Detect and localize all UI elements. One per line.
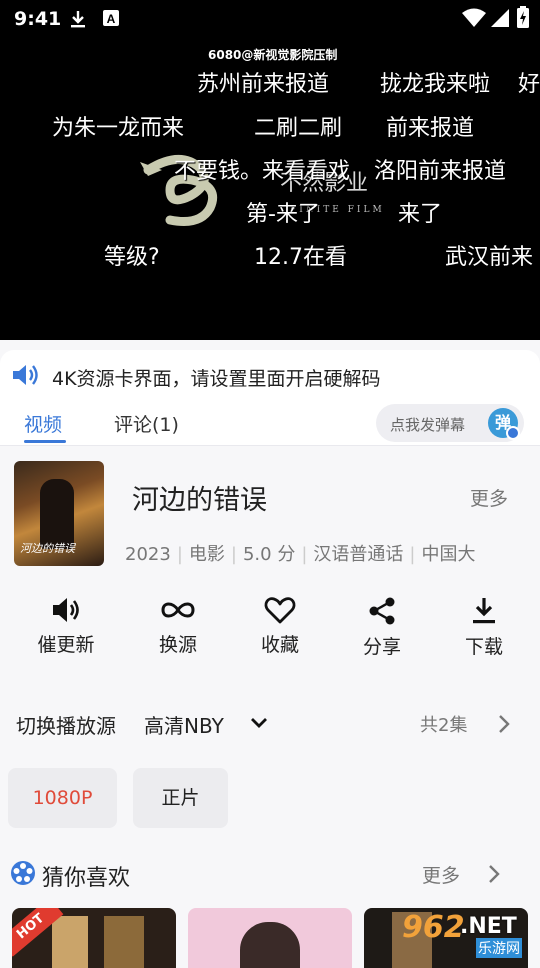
download-icon [473,598,495,624]
speaker-icon [53,598,79,622]
battery-charging-icon [517,6,529,28]
danmaku-placeholder: 点我发弹幕 [390,416,466,434]
poster-figure [40,479,74,549]
wifi-icon [462,8,486,27]
status-time: 9:41 [14,8,62,30]
danmaku-comment: 来了 [398,202,443,227]
episode-chip[interactable]: 正片 [133,768,228,828]
episodes-count-link[interactable]: 共2集 [418,704,528,744]
speaker-icon [13,365,38,385]
movie-info: 河边的错误 河边的错误 更多 2023 | 电影 | 5.0 分 | 汉语普通话 | 中国大 催… [0,446,540,968]
episodes-count: 共2集 [420,715,468,736]
movie-title: 河边的错误 [132,485,267,516]
download-icon [71,11,85,28]
chevron-down-icon [251,718,267,728]
svg-text:A: A [107,12,116,26]
source-current: 高清NBY [144,714,224,738]
danmaku-comment: 不要钱。来看看戏 [174,159,351,184]
tab-video[interactable]: 视频 [24,410,62,437]
thumb-art [52,916,88,968]
status-bar: 9:41 A [0,0,540,38]
action-label: 下载 [464,636,503,658]
watermark: 6080@新视觉影院压制 [208,48,338,62]
tab-comments[interactable]: 评论(1) [114,410,179,437]
thumb-person [240,922,300,968]
share-icon [369,597,395,625]
site-badge-name: 乐游网 [476,938,522,958]
action-label: 催更新 [37,634,95,656]
favorite-button[interactable]: 收藏 [235,596,325,657]
recommend-card[interactable]: HOT [12,908,176,968]
tab-underline [24,440,66,443]
source-dropdown[interactable]: 高清NBY [142,704,274,744]
switch-source-button[interactable]: 换源 [133,596,223,657]
notice-bar[interactable]: 4K资源卡界面，请设置里面开启硬解码 [0,350,540,400]
meta-language: 汉语普通话 [313,544,404,565]
danmaku-input[interactable]: 点我发弹幕 弹 [376,404,524,442]
notice-text: 4K资源卡界面，请设置里面开启硬解码 [52,368,381,390]
meta-year: 2023 [125,544,171,565]
danmaku-comment: 武汉前来 [445,245,534,270]
recommend-more-link[interactable]: 更多 [422,856,532,892]
danmaku-send-button[interactable]: 弹 [488,408,520,440]
recommend-title: 猜你喜欢 [42,866,131,891]
film-reel-icon [11,861,35,885]
download-button[interactable]: 下载 [439,596,529,659]
danmaku-comment: 拢龙我来啦 [380,72,491,97]
share-button[interactable]: 分享 [337,596,427,659]
infinity-icon [161,602,195,618]
movie-meta: 2023 | 电影 | 5.0 分 | 汉语普通话 | 中国大 [125,544,476,565]
source-row: 切换播放源 高清NBY 共2集 [0,704,540,744]
urge-update-button[interactable]: 催更新 [21,596,111,657]
danmaku-comment: 第-来了 [246,202,320,227]
poster-title: 河边的错误 [20,542,75,555]
episode-chip[interactable]: 1080P [8,768,117,828]
danmaku-comment: 洛阳前来报道 [374,159,507,184]
video-player[interactable]: 9:41 A 6080@新视觉影院压制 不然影业 FINITE FILM 苏州前… [0,0,540,340]
danmaku-comment: 前来报道 [386,116,475,141]
danmaku-comment: 苏州前来报道 [197,72,330,97]
danmaku-comment: 12.7在看 [254,245,347,270]
action-label: 收藏 [260,634,299,656]
site-badge-suffix: .NET [460,914,517,939]
action-label: 分享 [362,636,401,658]
danmaku-comment: 好 [518,72,540,97]
chevron-right-icon [499,715,510,733]
signal-icon [491,9,509,27]
meta-score: 5.0 分 [242,544,296,565]
tab-bar: 视频 评论(1) 点我发弹幕 弹 [0,400,540,446]
heart-icon [264,597,296,624]
site-badge-number: 962 [402,910,465,945]
source-label: 切换播放源 [16,714,116,738]
recommend-header: 猜你喜欢 更多 [0,856,540,892]
recommend-card[interactable] [188,908,352,968]
site-watermark: 962 .NET 乐游网 [402,910,538,960]
recommend-more: 更多 [422,865,461,887]
more-button[interactable]: 更多 [470,484,508,511]
chevron-right-icon [489,865,500,883]
meta-category: 电影 [188,544,225,565]
thumb-art [104,916,144,968]
danmaku-comment: 二刷二刷 [254,116,343,141]
action-label: 换源 [158,634,197,656]
meta-region: 中国大 [421,544,476,565]
movie-poster[interactable]: 河边的错误 [14,461,104,566]
danmaku-comment: 为朱一龙而来 [52,116,185,141]
a-notification-icon: A [103,10,119,26]
danmaku-comment: 等级? [104,245,160,270]
